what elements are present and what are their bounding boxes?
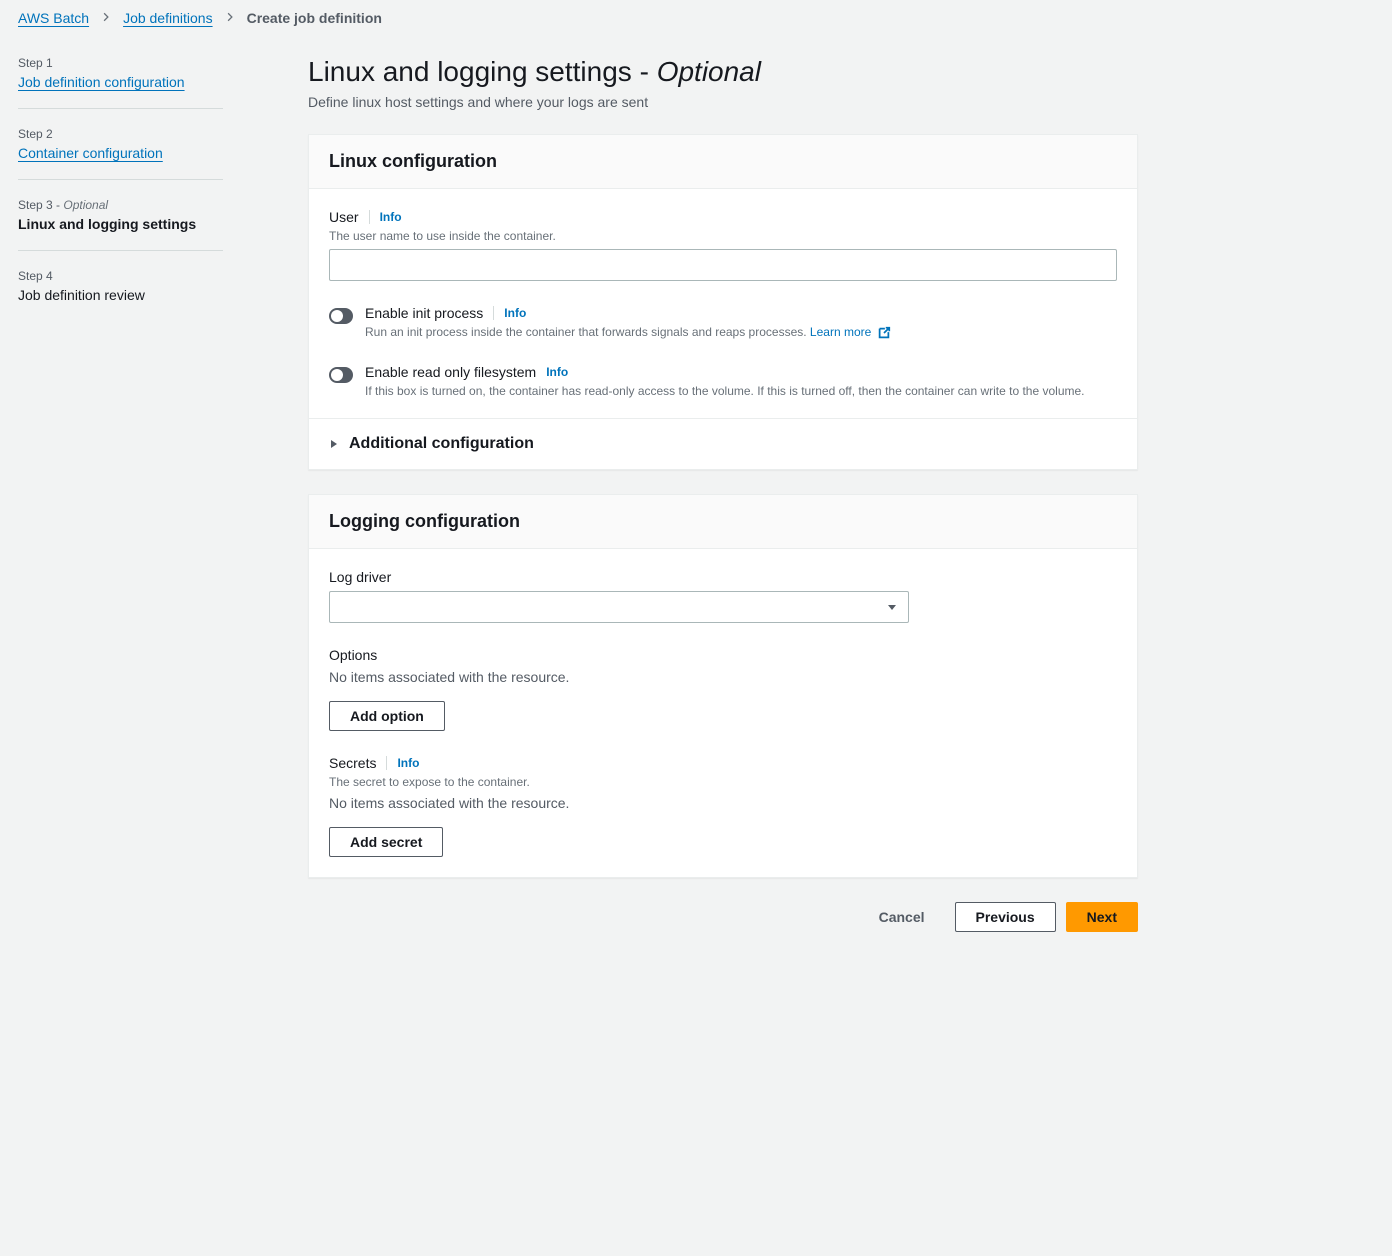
- info-link[interactable]: Info: [504, 306, 526, 320]
- step-link-container-configuration[interactable]: Container configuration: [18, 145, 268, 161]
- breadcrumb: AWS Batch Job definitions Create job def…: [0, 0, 1392, 36]
- panel-title: Linux configuration: [329, 151, 1117, 172]
- info-link[interactable]: Info: [380, 210, 402, 224]
- linux-configuration-panel: Linux configuration User Info The user n…: [308, 134, 1138, 470]
- user-description: The user name to use inside the containe…: [329, 229, 1117, 243]
- step-link-job-definition-configuration[interactable]: Job definition configuration: [18, 74, 268, 90]
- additional-configuration-expand[interactable]: Additional configuration: [309, 418, 1137, 469]
- secrets-label: Secrets: [329, 755, 376, 771]
- log-driver-label: Log driver: [329, 569, 1117, 585]
- init-process-toggle[interactable]: [329, 308, 353, 324]
- step-3: Step 3 - Optional Linux and logging sett…: [18, 198, 268, 250]
- options-field: Options No items associated with the res…: [329, 647, 1117, 731]
- readonly-filesystem-label: Enable read only filesystem: [365, 364, 536, 380]
- logging-configuration-panel: Logging configuration Log driver Opt: [308, 494, 1138, 878]
- user-input[interactable]: [329, 249, 1117, 281]
- caret-right-icon: [329, 436, 339, 452]
- secrets-field: Secrets Info The secret to expose to the…: [329, 755, 1117, 857]
- previous-button[interactable]: Previous: [955, 902, 1056, 932]
- step-number: Step 4: [18, 269, 268, 283]
- readonly-filesystem-field: Enable read only filesystem Info If this…: [329, 364, 1117, 398]
- step-number: Step 1: [18, 56, 268, 70]
- log-driver-select[interactable]: [329, 591, 909, 623]
- log-driver-field: Log driver: [329, 569, 1117, 623]
- init-process-label: Enable init process: [365, 305, 483, 321]
- step-number: Step 3 - Optional: [18, 198, 268, 212]
- init-process-description: Run an init process inside the container…: [365, 325, 1117, 340]
- options-label: Options: [329, 647, 1117, 663]
- learn-more-link[interactable]: Learn more: [810, 325, 891, 339]
- readonly-filesystem-toggle[interactable]: [329, 367, 353, 383]
- step-1: Step 1 Job definition configuration: [18, 56, 268, 108]
- step-title-current: Linux and logging settings: [18, 216, 268, 232]
- user-field: User Info The user name to use inside th…: [329, 209, 1117, 281]
- step-4: Step 4 Job definition review: [18, 269, 268, 321]
- init-process-field: Enable init process Info Run an init pro…: [329, 305, 1117, 340]
- step-title-job-definition-review: Job definition review: [18, 287, 268, 303]
- step-number: Step 2: [18, 127, 268, 141]
- info-link[interactable]: Info: [546, 365, 568, 379]
- readonly-filesystem-description: If this box is turned on, the container …: [365, 384, 1117, 398]
- info-link[interactable]: Info: [397, 756, 419, 770]
- secrets-empty-text: No items associated with the resource.: [329, 795, 1117, 811]
- next-button[interactable]: Next: [1066, 902, 1138, 932]
- options-empty-text: No items associated with the resource.: [329, 669, 1117, 685]
- chevron-right-icon: [225, 11, 235, 25]
- panel-title: Logging configuration: [329, 511, 1117, 532]
- add-secret-button[interactable]: Add secret: [329, 827, 443, 857]
- page-title: Linux and logging settings - Optional: [308, 56, 1138, 88]
- wizard-sidebar: Step 1 Job definition configuration Step…: [18, 56, 268, 952]
- additional-configuration-label: Additional configuration: [349, 435, 534, 453]
- step-2: Step 2 Container configuration: [18, 127, 268, 179]
- chevron-right-icon: [101, 11, 111, 25]
- breadcrumb-link-aws-batch[interactable]: AWS Batch: [18, 10, 89, 26]
- breadcrumb-current: Create job definition: [247, 10, 382, 26]
- external-link-icon: [877, 326, 891, 340]
- page-subtitle: Define linux host settings and where you…: [308, 94, 1138, 110]
- cancel-button[interactable]: Cancel: [859, 902, 945, 932]
- breadcrumb-link-job-definitions[interactable]: Job definitions: [123, 10, 213, 26]
- secrets-description: The secret to expose to the container.: [329, 775, 1117, 789]
- footer-actions: Cancel Previous Next: [308, 902, 1138, 952]
- user-label: User: [329, 209, 359, 225]
- add-option-button[interactable]: Add option: [329, 701, 445, 731]
